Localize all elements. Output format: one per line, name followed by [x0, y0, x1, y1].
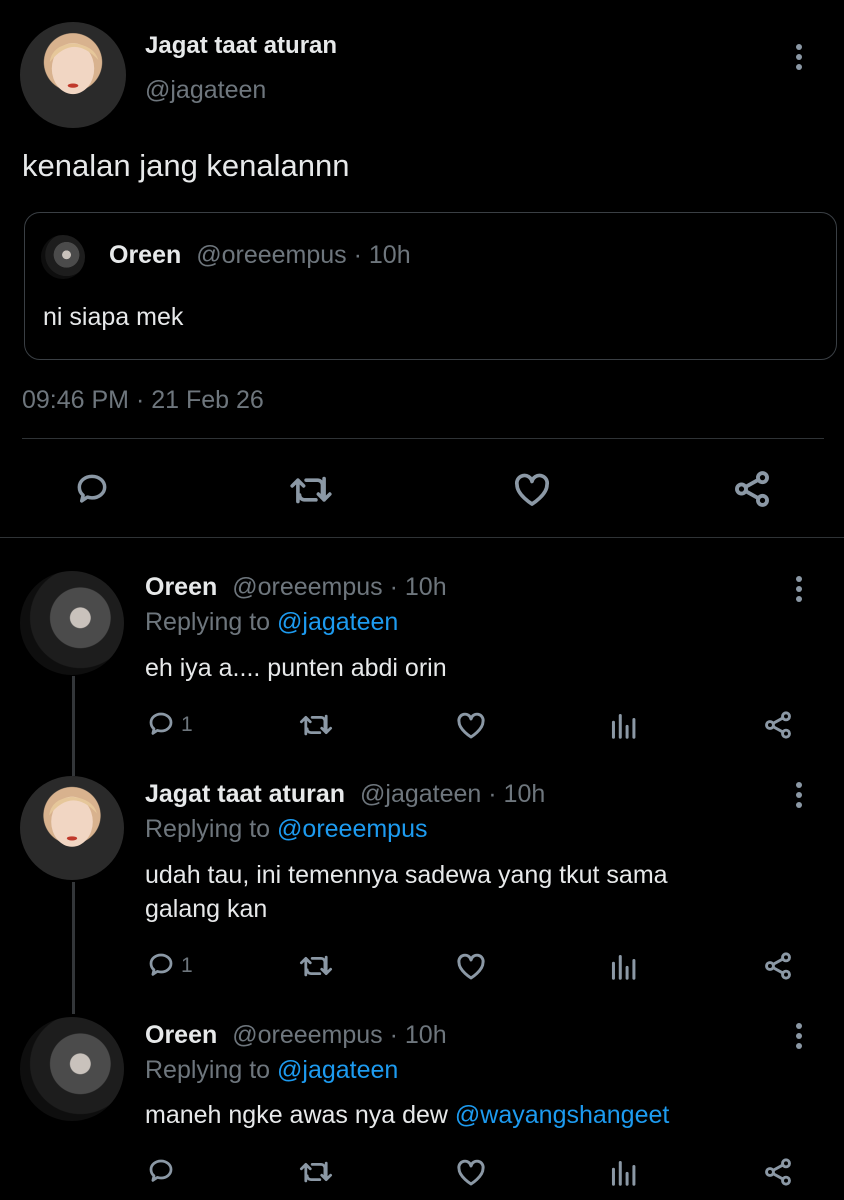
reply-icon[interactable] [146, 1156, 176, 1186]
author-name[interactable]: Oreen [145, 1021, 217, 1049]
quoted-tweet[interactable]: Oreen @oreeempus · 10h ni siapa mek [24, 212, 837, 360]
tweet-time: · 10h [389, 1021, 447, 1049]
author-name[interactable]: Jagat taat aturan [145, 780, 345, 808]
more-options-icon[interactable] [796, 44, 804, 74]
quote-time: · 10h [353, 241, 411, 269]
like-icon[interactable] [455, 1157, 487, 1187]
like-icon[interactable] [512, 470, 552, 508]
like-icon[interactable] [455, 710, 487, 740]
retweet-icon[interactable] [288, 472, 334, 508]
reply-icon[interactable] [146, 709, 176, 739]
replying-to-mention[interactable]: @jagateen [277, 608, 398, 636]
thread-line [72, 882, 75, 1014]
like-icon[interactable] [455, 951, 487, 981]
author-name[interactable]: Jagat taat aturan [145, 32, 337, 60]
quote-text: ni siapa mek [43, 303, 184, 331]
share-icon[interactable] [762, 950, 794, 982]
divider [0, 537, 844, 538]
avatar[interactable] [20, 776, 124, 880]
tweet-text: kenalan jang kenalannn [22, 148, 350, 183]
replying-to-label: Replying to [145, 815, 271, 843]
author-handle[interactable]: @oreeempus [232, 1021, 382, 1049]
share-icon[interactable] [762, 1156, 794, 1188]
author-handle[interactable]: @jagateen [360, 780, 481, 808]
thread-line [72, 676, 75, 776]
share-icon[interactable] [762, 709, 794, 741]
reply-count: 1 [181, 713, 193, 736]
tweet-time: · 10h [488, 780, 546, 808]
tweet-text: maneh ngke awas nya dew [145, 1101, 455, 1129]
tweet-timestamp: 09:46 PM · 21 Feb 26 [22, 386, 264, 414]
analytics-icon[interactable] [609, 1157, 637, 1187]
reply-icon[interactable] [146, 950, 176, 980]
author-handle[interactable]: @jagateen [145, 76, 266, 105]
tweet-text: eh iya a.... punten abdi orin [145, 654, 447, 682]
analytics-icon[interactable] [609, 951, 637, 981]
avatar[interactable] [20, 571, 124, 675]
author-handle[interactable]: @oreeempus [232, 573, 382, 601]
quote-avatar [41, 235, 85, 279]
replying-to-label: Replying to [145, 1056, 271, 1084]
share-icon[interactable] [731, 468, 773, 510]
retweet-icon[interactable] [298, 1158, 334, 1186]
analytics-icon[interactable] [609, 710, 637, 740]
tweet-text-line: udah tau, ini temennya sadewa yang tkut … [145, 861, 668, 889]
tweet-time: · 10h [389, 573, 447, 601]
replying-to-label: Replying to [145, 608, 271, 636]
reply-count: 1 [181, 954, 193, 977]
replying-to-mention[interactable]: @oreeempus [277, 815, 427, 843]
more-options-icon[interactable] [796, 782, 804, 812]
replying-to-mention[interactable]: @jagateen [277, 1056, 398, 1084]
more-options-icon[interactable] [796, 576, 804, 606]
avatar[interactable] [20, 22, 126, 128]
avatar[interactable] [20, 1017, 124, 1121]
quote-author-name: Oreen [109, 241, 182, 269]
more-options-icon[interactable] [796, 1023, 804, 1053]
retweet-icon[interactable] [298, 952, 334, 980]
reply-icon[interactable] [73, 470, 111, 508]
retweet-icon[interactable] [298, 711, 334, 739]
mention-link[interactable]: @wayangshangeet [455, 1101, 669, 1129]
quote-author-handle: @oreeempus [196, 241, 347, 269]
author-name[interactable]: Oreen [145, 573, 217, 601]
tweet-text-line: galang kan [145, 895, 268, 923]
divider [22, 438, 824, 439]
